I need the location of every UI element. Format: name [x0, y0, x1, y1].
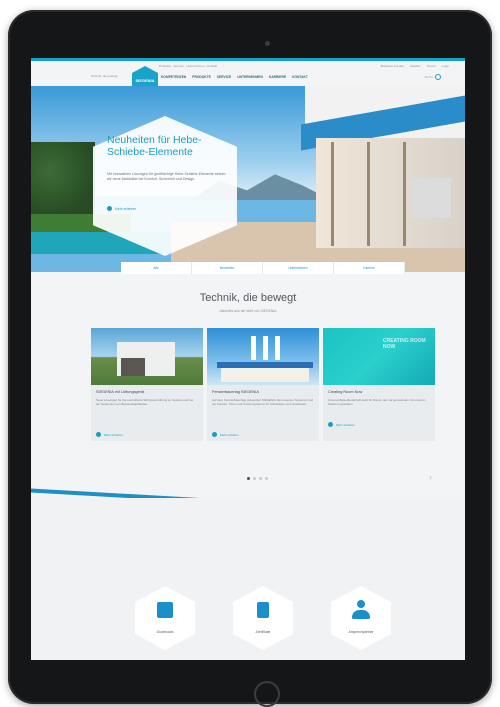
quick-link-label: Ansprechpartner [348, 630, 374, 634]
utility-link[interactable]: Termin [427, 64, 436, 68]
quick-link-label: Downloads [156, 630, 174, 634]
building-body [221, 368, 309, 382]
tab[interactable]: Karriere [334, 262, 405, 274]
card-image [207, 328, 319, 385]
door-frame [331, 142, 334, 246]
hero-interior [411, 178, 451, 218]
door-frame [403, 142, 406, 246]
pager-dot[interactable] [253, 477, 256, 480]
utility-nav-left[interactable]: Produkte · Service · Unternehmen · Konta… [159, 64, 217, 68]
house-garage [121, 358, 145, 376]
nav-item[interactable]: UNTERNEHMEN [237, 75, 263, 79]
brand-claim: Technik, die bewegt [91, 74, 118, 78]
utility-link[interactable]: Login [442, 64, 449, 68]
pager-dot-active[interactable] [247, 477, 250, 480]
main-nav: KOMPETENZEN PRODUKTE SERVICE UNTERNEHMEN… [161, 75, 308, 79]
top-accent-bar [31, 58, 465, 61]
card-more-label: Mehr erfahren [220, 432, 239, 437]
tab[interactable]: Unternehmen [263, 262, 334, 274]
person-icon [357, 600, 365, 608]
document-icon [257, 602, 269, 618]
news-card[interactable]: CREATING ROOM NOW Creating Room Now Unse… [323, 328, 435, 441]
card-more-link[interactable]: Mehr erfahren [328, 422, 355, 427]
flag-illustration [275, 336, 280, 360]
pager-dot[interactable] [259, 477, 262, 480]
card-more-label: Mehr erfahren [104, 432, 123, 437]
filter-tabs: Alle Neuheiten Unternehmen Karriere [121, 262, 405, 274]
hero-banner: Neuheiten für Hebe-Schiebe-Elemente Mit … [31, 86, 465, 272]
card-more-label: Mehr erfahren [336, 422, 355, 427]
nav-item[interactable]: SERVICE [217, 75, 231, 79]
arrow-circle-icon [212, 432, 217, 437]
search-input[interactable]: Suche [424, 75, 433, 79]
home-button[interactable] [254, 681, 280, 707]
flag-illustration [251, 336, 256, 360]
download-icon [157, 602, 173, 618]
news-card[interactable]: SIEGENIA mit Lüftungsgerät Neue Lösungen… [91, 328, 203, 441]
flag-illustration [263, 336, 268, 360]
hero-more-label: Mehr erfahren [115, 206, 137, 211]
carousel-pager [247, 477, 268, 480]
nav-item[interactable]: KARRIERE [269, 75, 286, 79]
hero-text: Mit innovativen Lösungen für großflächig… [107, 172, 226, 181]
hero-more-link[interactable]: Mehr erfahren [107, 206, 136, 211]
card-more-link[interactable]: Mehr erfahren [212, 432, 239, 437]
pager-dot[interactable] [265, 477, 268, 480]
door-frame [367, 142, 370, 246]
search-icon[interactable] [435, 74, 441, 80]
card-image-text: CREATING ROOM NOW [383, 338, 426, 350]
utility-link[interactable]: Händler [410, 64, 421, 68]
card-text: Neue Lösungen für die kontrollierte Wohn… [96, 398, 194, 407]
hero-trees [31, 142, 95, 216]
section-subtitle: Aktuelles aus der Welt von SIEGENIA [219, 309, 277, 313]
card-title: Creating Room Now [328, 390, 363, 394]
utility-nav-right: Business Kunden Händler Termin Login [381, 64, 449, 68]
browser-screen: Produkte · Service · Unternehmen · Konta… [31, 58, 465, 660]
card-title: Fensterbauertag SIEGENIA [212, 390, 259, 394]
camera [265, 41, 270, 46]
card-text: Auf dem Fensterbauertag präsentiert SIEG… [212, 398, 314, 407]
nav-item[interactable]: KOMPETENZEN [161, 75, 186, 79]
tab[interactable]: Alle [121, 262, 192, 274]
utility-link[interactable]: Business Kunden [381, 64, 404, 68]
tab[interactable]: Neuheiten [192, 262, 263, 274]
arrow-circle-icon [328, 422, 333, 427]
news-card[interactable]: Fensterbauertag SIEGENIA Auf dem Fenster… [207, 328, 319, 441]
quick-link-label: Zertifikate [255, 630, 271, 634]
person-icon-body [352, 610, 370, 619]
card-more-link[interactable]: Mehr erfahren [96, 432, 123, 437]
arrow-circle-icon [96, 432, 101, 437]
card-image: CREATING ROOM NOW [323, 328, 435, 385]
card-title: SIEGENIA mit Lüftungsgerät [96, 390, 145, 394]
hero-title: Neuheiten für Hebe-Schiebe-Elemente [107, 134, 202, 158]
card-image [91, 328, 203, 385]
arrow-circle-icon [107, 206, 112, 211]
nav-item[interactable]: KONTAKT [292, 75, 308, 79]
nav-item[interactable]: PRODUKTE [192, 75, 211, 79]
card-text: Unsere Markenbotschaft steht für Raum, d… [328, 398, 426, 407]
logo-text: SIEGENIA [135, 77, 155, 83]
chevron-right-icon[interactable]: › [429, 472, 432, 482]
section-title: Technik, die bewegt [199, 292, 297, 304]
